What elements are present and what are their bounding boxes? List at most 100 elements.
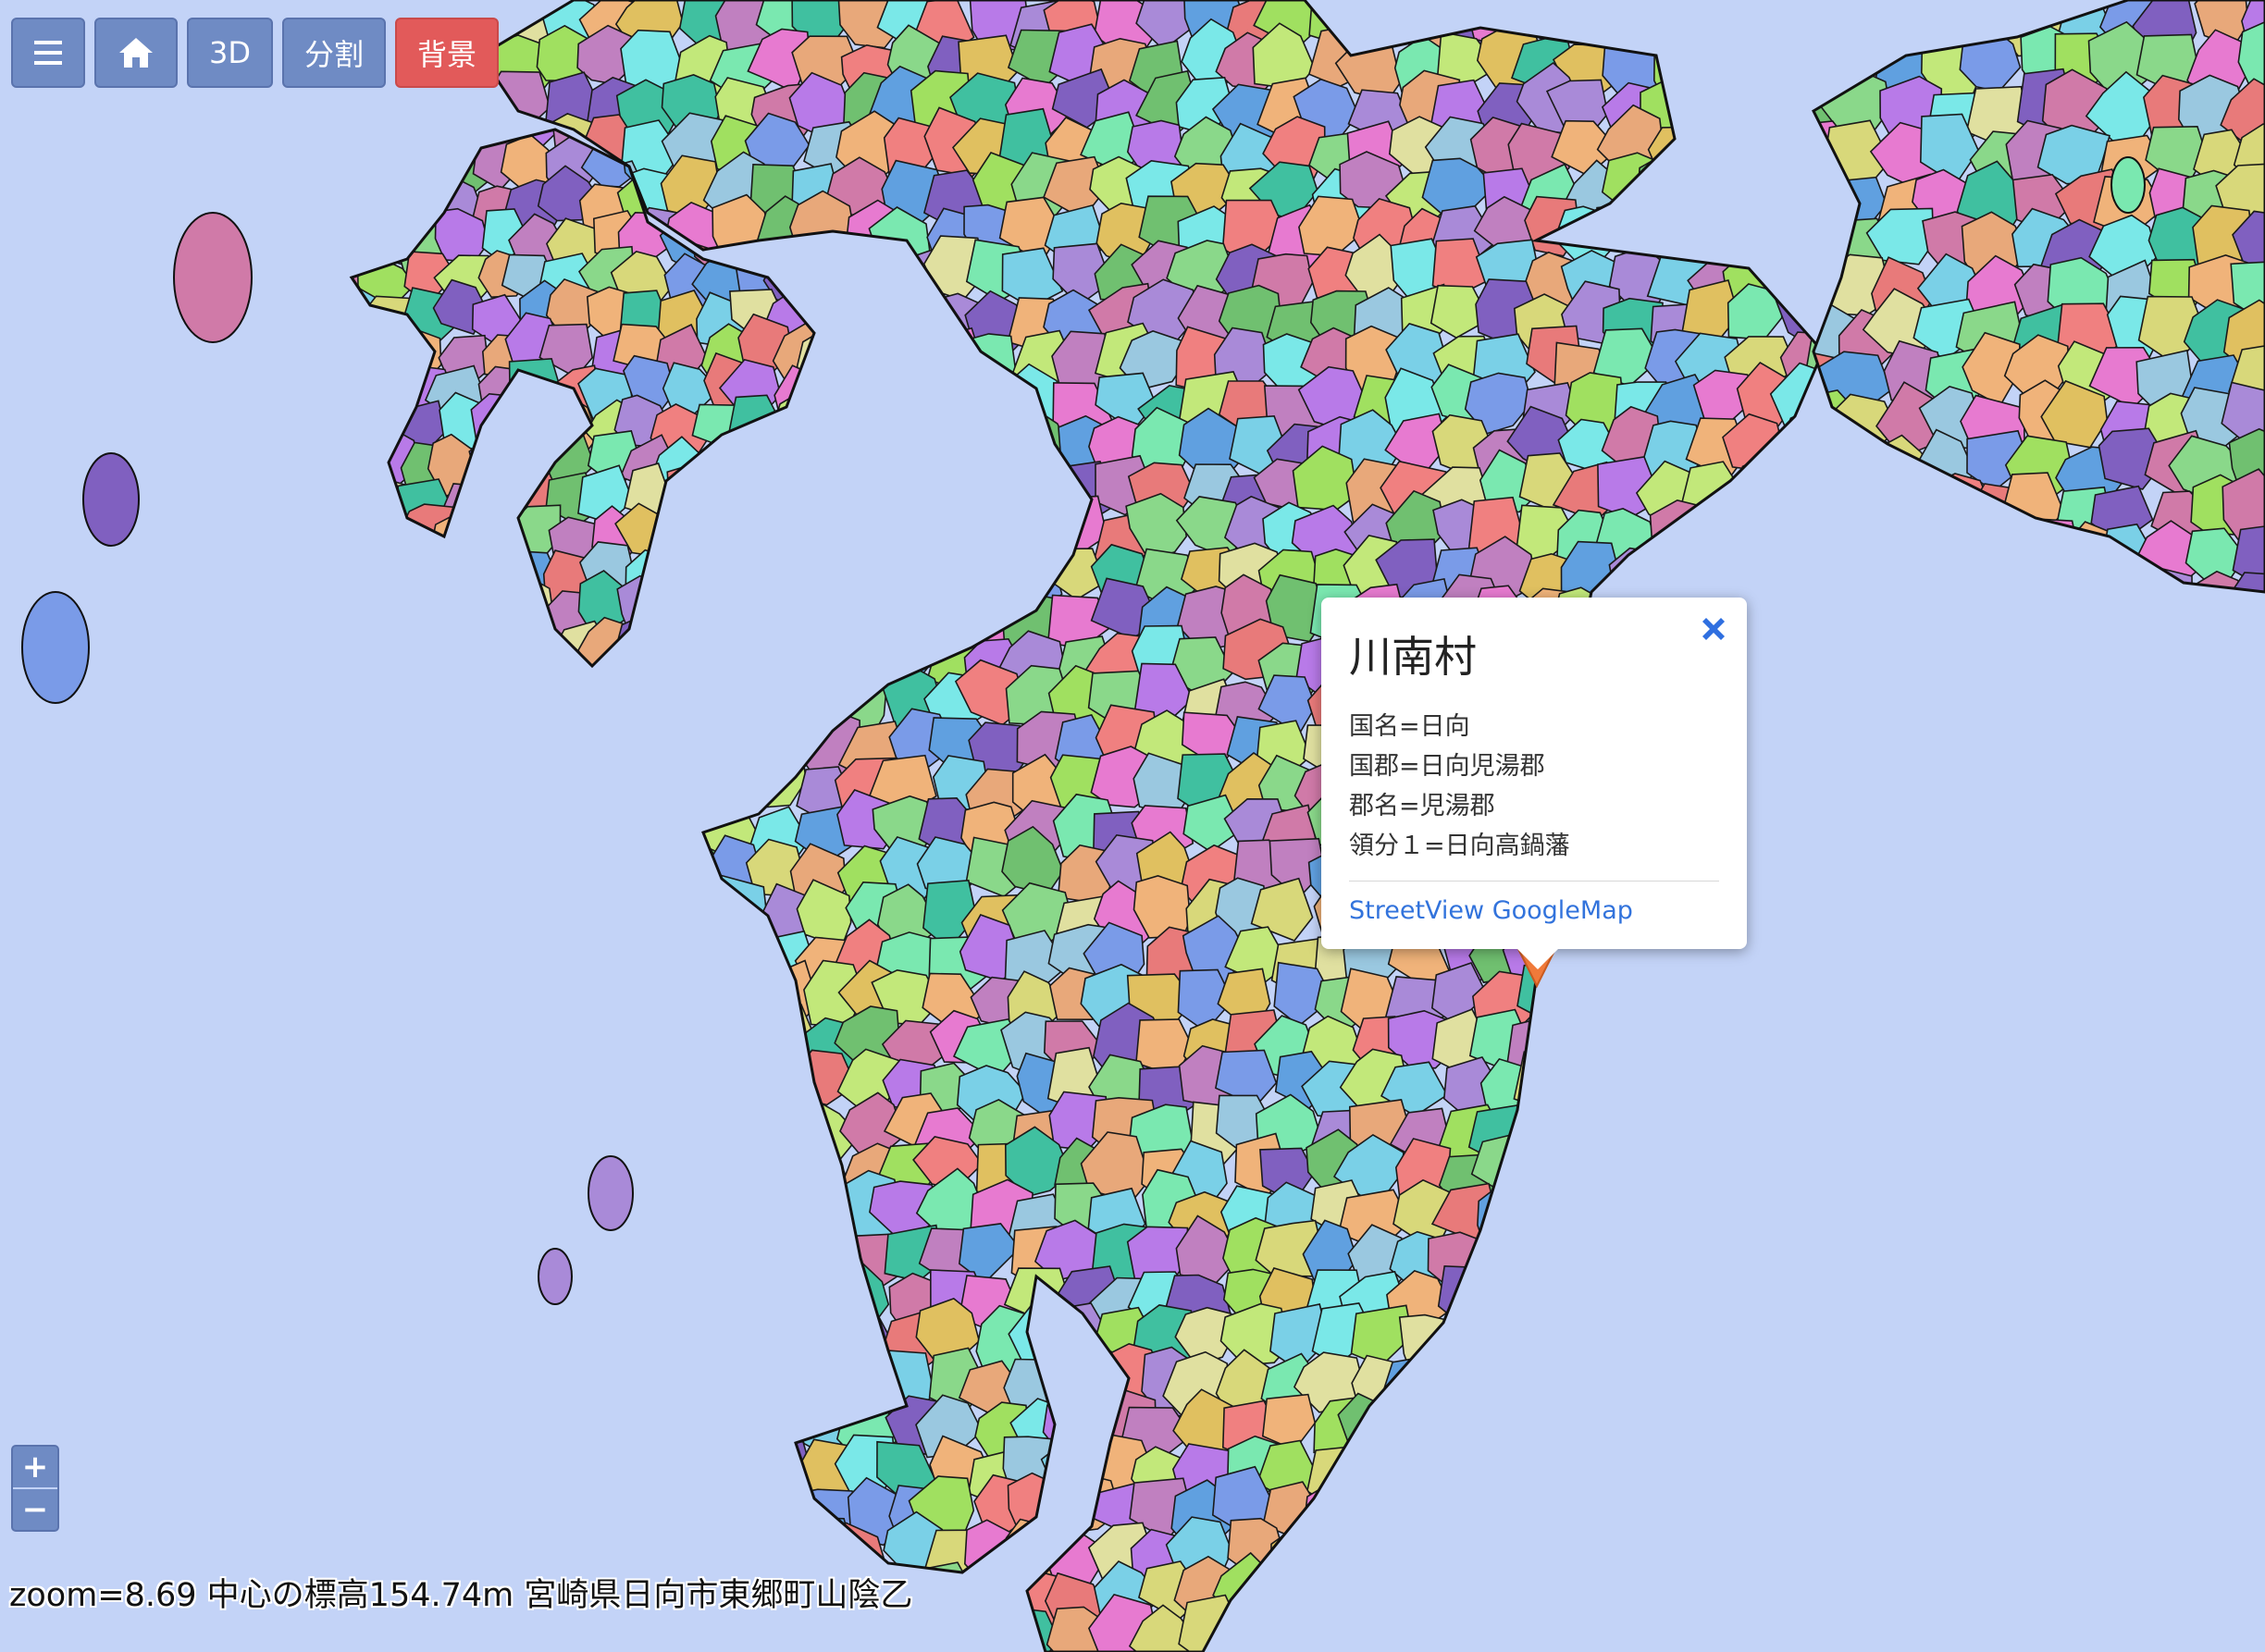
village-polygon[interactable] xyxy=(1639,1100,1703,1160)
village-polygon[interactable] xyxy=(456,714,518,782)
village-polygon[interactable] xyxy=(490,1436,554,1510)
village-polygon[interactable] xyxy=(508,660,572,716)
village-polygon[interactable] xyxy=(1422,1564,1488,1629)
village-polygon[interactable] xyxy=(355,172,415,234)
village-polygon[interactable] xyxy=(1766,1308,1832,1374)
village-polygon[interactable] xyxy=(786,1220,856,1282)
village-polygon[interactable] xyxy=(754,1359,822,1420)
map-canvas[interactable] xyxy=(0,0,2265,1652)
village-polygon[interactable] xyxy=(836,299,903,361)
village-polygon[interactable] xyxy=(1773,850,1842,909)
village-polygon[interactable] xyxy=(1724,1087,1788,1153)
village-polygon[interactable] xyxy=(1695,1617,1753,1652)
village-polygon[interactable] xyxy=(1381,1356,1453,1423)
village-polygon[interactable] xyxy=(749,413,818,475)
village-polygon[interactable] xyxy=(670,931,738,990)
village-polygon[interactable] xyxy=(788,1356,855,1427)
village-polygon[interactable] xyxy=(1649,1320,1712,1374)
village-polygon[interactable] xyxy=(1815,889,1881,949)
village-polygon[interactable] xyxy=(693,542,755,592)
village-polygon[interactable] xyxy=(1517,1177,1582,1236)
village-polygon[interactable] xyxy=(316,590,373,647)
village-polygon[interactable] xyxy=(749,544,809,604)
village-polygon[interactable] xyxy=(1344,1486,1402,1544)
village-polygon[interactable] xyxy=(547,760,609,829)
village-polygon[interactable] xyxy=(1600,1273,1668,1341)
village-polygon[interactable] xyxy=(1609,1387,1668,1449)
village-polygon[interactable] xyxy=(1560,1486,1617,1547)
village-polygon[interactable] xyxy=(452,892,526,952)
village-polygon[interactable] xyxy=(1383,1487,1447,1549)
island-polygon[interactable] xyxy=(588,1155,634,1231)
village-polygon[interactable] xyxy=(1781,571,1841,640)
village-polygon[interactable] xyxy=(538,966,603,1033)
village-polygon[interactable] xyxy=(1470,1304,1531,1370)
village-polygon[interactable] xyxy=(746,714,809,775)
village-polygon[interactable] xyxy=(1770,584,1837,651)
village-polygon[interactable] xyxy=(1778,725,1843,784)
village-polygon[interactable] xyxy=(1001,446,1071,519)
village-polygon[interactable] xyxy=(1683,1310,1744,1373)
village-polygon[interactable] xyxy=(802,432,860,490)
village-polygon[interactable] xyxy=(357,659,414,709)
village-polygon[interactable] xyxy=(512,396,575,462)
village-polygon[interactable] xyxy=(1251,1609,1318,1652)
village-polygon[interactable] xyxy=(1511,1613,1578,1652)
village-polygon[interactable] xyxy=(750,1440,812,1502)
village-polygon[interactable] xyxy=(464,628,521,676)
village-polygon[interactable] xyxy=(1775,1441,1842,1502)
village-polygon[interactable] xyxy=(1593,1479,1662,1551)
village-polygon[interactable] xyxy=(540,1018,608,1080)
village-polygon[interactable] xyxy=(1521,1510,1583,1581)
village-polygon[interactable] xyxy=(1549,1433,1619,1497)
village-polygon[interactable] xyxy=(1565,1606,1625,1652)
village-polygon[interactable] xyxy=(537,1353,597,1424)
village-polygon[interactable] xyxy=(437,653,499,712)
village-polygon[interactable] xyxy=(546,1391,608,1451)
village-polygon[interactable] xyxy=(671,1224,732,1284)
village-polygon[interactable] xyxy=(1918,572,1986,643)
village-polygon[interactable] xyxy=(708,1225,771,1276)
village-polygon[interactable] xyxy=(1958,561,2023,632)
village-polygon[interactable] xyxy=(1550,1566,1621,1628)
village-polygon[interactable] xyxy=(447,840,520,904)
village-polygon[interactable] xyxy=(1356,1424,1417,1494)
village-polygon[interactable] xyxy=(728,626,789,686)
village-polygon[interactable] xyxy=(667,1611,728,1652)
village-polygon[interactable] xyxy=(1722,505,1780,561)
village-polygon[interactable] xyxy=(766,618,824,683)
village-polygon[interactable] xyxy=(921,457,987,524)
village-polygon[interactable] xyxy=(504,1005,572,1071)
village-polygon[interactable] xyxy=(1819,0,1879,55)
village-polygon[interactable] xyxy=(659,546,715,602)
village-polygon[interactable] xyxy=(451,761,511,823)
village-polygon[interactable] xyxy=(1639,1064,1714,1127)
village-polygon[interactable] xyxy=(1821,535,1881,604)
village-polygon[interactable] xyxy=(874,290,935,356)
village-polygon[interactable] xyxy=(1437,1264,1494,1330)
village-polygon[interactable] xyxy=(573,877,638,939)
village-polygon[interactable] xyxy=(654,1302,724,1368)
village-polygon[interactable] xyxy=(451,548,513,615)
village-polygon[interactable] xyxy=(737,451,804,519)
background-button[interactable]: 背景 xyxy=(395,18,500,88)
village-polygon[interactable] xyxy=(694,628,761,692)
village-polygon[interactable] xyxy=(463,494,526,561)
village-polygon[interactable] xyxy=(669,1130,728,1192)
village-polygon[interactable] xyxy=(1815,754,1878,817)
village-polygon[interactable] xyxy=(662,1517,731,1573)
village-polygon[interactable] xyxy=(758,1183,821,1239)
village-polygon[interactable] xyxy=(1764,1341,1826,1411)
village-polygon[interactable] xyxy=(699,504,759,561)
village-polygon[interactable] xyxy=(1772,199,1834,268)
village-polygon[interactable] xyxy=(835,542,904,615)
village-polygon[interactable] xyxy=(1826,1308,1888,1367)
village-polygon[interactable] xyxy=(669,1395,729,1455)
village-polygon[interactable] xyxy=(614,826,678,896)
village-polygon[interactable] xyxy=(1737,1010,1799,1066)
village-polygon[interactable] xyxy=(1680,1168,1744,1238)
island-polygon[interactable] xyxy=(173,212,253,343)
village-polygon[interactable] xyxy=(1810,1098,1878,1170)
village-polygon[interactable] xyxy=(653,676,724,743)
village-polygon[interactable] xyxy=(1816,1558,1881,1624)
